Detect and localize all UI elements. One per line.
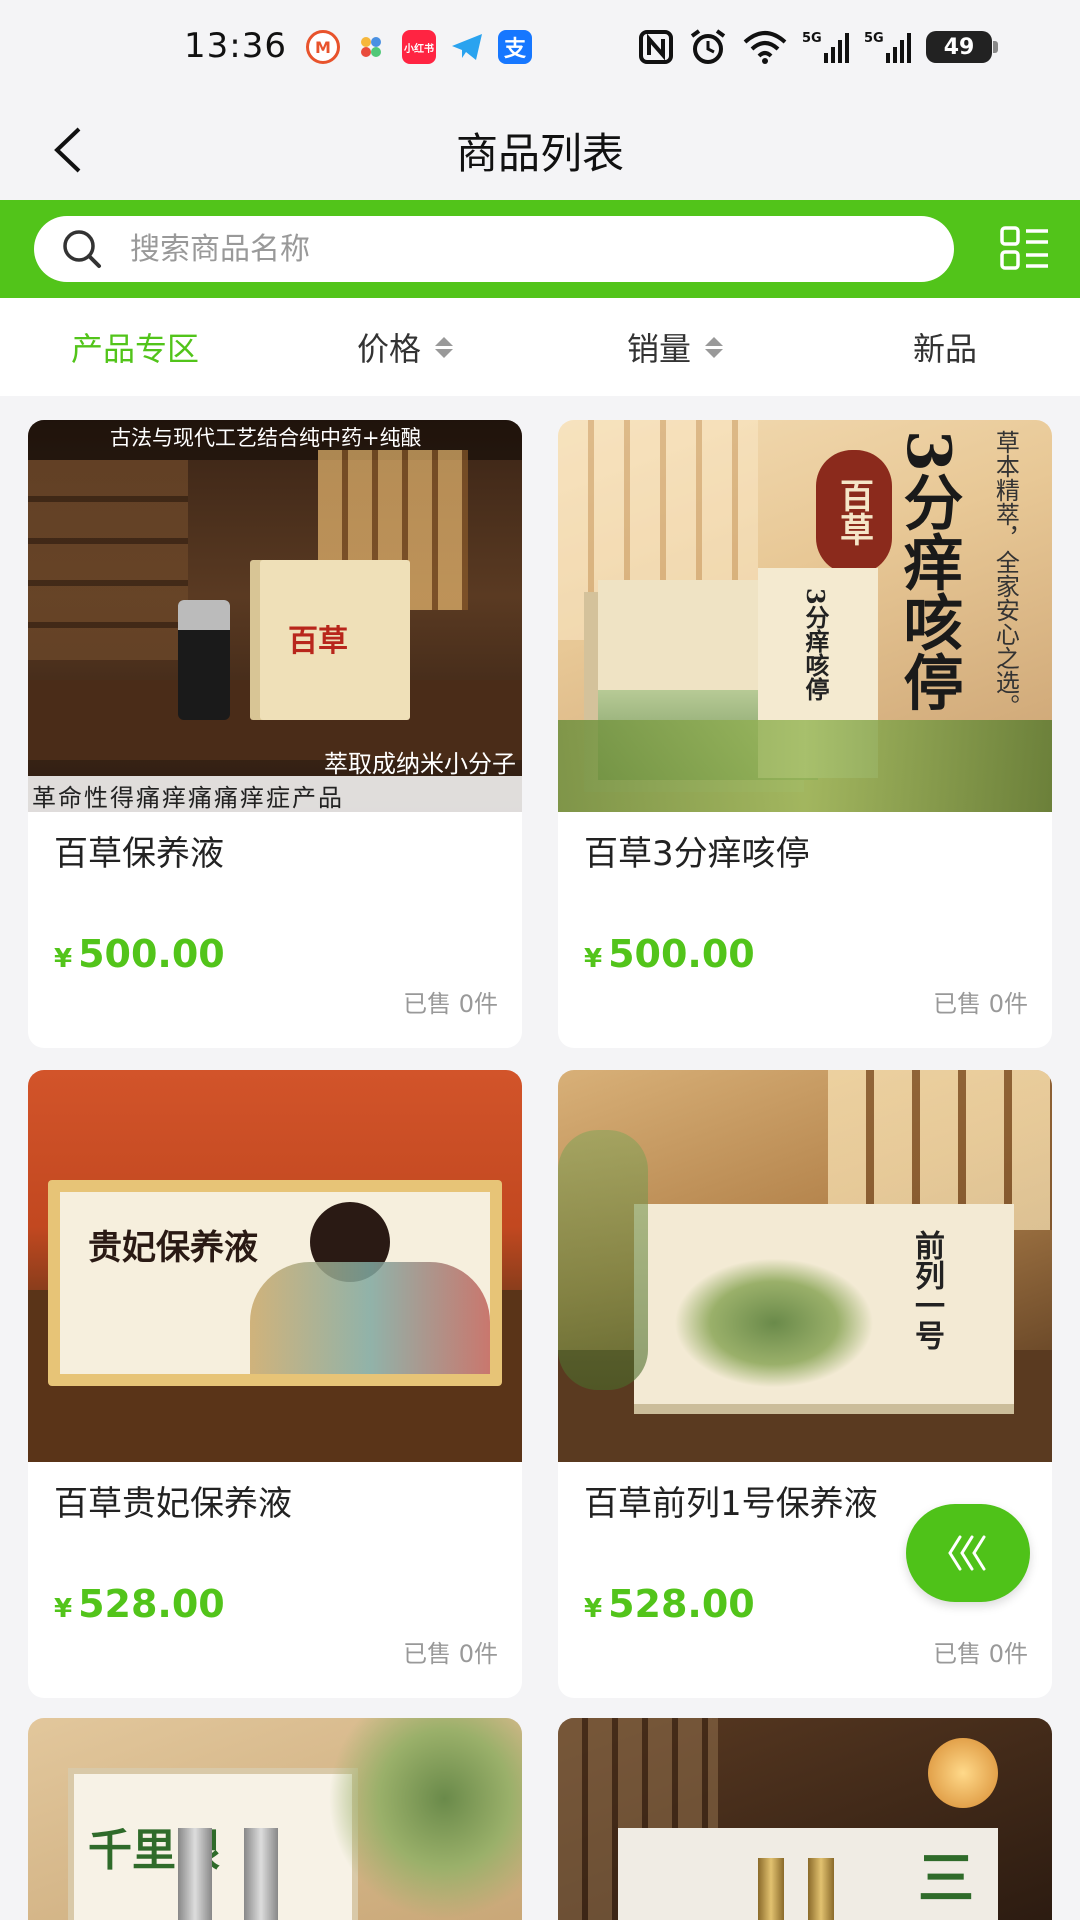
price-value: 500.00 [78, 932, 225, 976]
sold-count: 已售 0件 [403, 1640, 498, 1668]
triple-chevron-left-icon [948, 1535, 986, 1571]
currency-symbol: ¥ [54, 944, 73, 974]
price-value: 500.00 [608, 932, 755, 976]
signal-5g-icon-2: 5G [864, 28, 912, 66]
box-label: 百草 [288, 624, 348, 659]
svg-text:5G: 5G [802, 31, 822, 46]
product-card[interactable]: 三 [558, 1718, 1052, 1920]
metro-icon: M [306, 30, 340, 64]
product-info: 百草贵妃保养液 ¥ 528.00 已售 0件 [28, 1462, 522, 1698]
product-image: 古法与现代工艺结合纯中药+纯酿 百草 萃取成纳米小分子 革命性得痛痒痛痛痒症产品 [28, 420, 522, 812]
tab-label: 新品 [912, 330, 977, 368]
tab-price[interactable]: 价格 [270, 298, 540, 396]
search-icon [60, 227, 104, 271]
product-price: ¥ 500.00 [584, 932, 755, 976]
price-value: 528.00 [608, 1582, 755, 1626]
product-card[interactable]: 前列一号 百草前列1号保养液 ¥ 528.00 已售 0件 [558, 1070, 1052, 1698]
product-info: 百草3分痒咳停 ¥ 500.00 已售 0件 [558, 812, 1052, 1048]
svg-text:5G: 5G [864, 31, 884, 46]
tab-label: 销量 [626, 330, 691, 368]
side-text: 草本精萃，全家安心之选。 [991, 430, 1020, 718]
status-time: 13:36 [184, 26, 287, 66]
title-bar: 商品列表 [0, 98, 1080, 200]
signal-5g-icon: 5G [802, 28, 850, 66]
tab-product-zone[interactable]: 产品专区 [0, 298, 270, 396]
product-image: 贵妃保养液 [28, 1070, 522, 1462]
battery-icon: 49 [926, 31, 998, 63]
notification-icons: M 小红书 支 [306, 30, 532, 64]
system-icons: 5G 5G 49 [638, 28, 998, 66]
alarm-icon [688, 28, 728, 66]
tab-label: 价格 [356, 330, 421, 368]
sort-arrows-icon [705, 336, 723, 358]
image-caption: 古法与现代工艺结合纯中药+纯酿 [110, 426, 422, 450]
floating-menu-button[interactable] [906, 1504, 1030, 1602]
product-info: 百草保养液 ¥ 500.00 已售 0件 [28, 812, 522, 1048]
headline-text: 3分痒咳停 [893, 430, 963, 712]
price-value: 528.00 [78, 1582, 225, 1626]
search-box[interactable] [34, 216, 954, 282]
search-bar [0, 200, 1080, 298]
nfc-icon [638, 28, 674, 66]
status-bar: 13:36 M 小红书 支 5G 5G 49 [0, 0, 1080, 98]
petal-icon [354, 30, 388, 64]
list-layout-icon [1000, 226, 1048, 270]
product-name: 百草3分痒咳停 [584, 834, 810, 874]
product-name: 百草保养液 [54, 834, 224, 874]
sold-count: 已售 0件 [933, 990, 1028, 1018]
box-label: 3分痒咳停 [801, 588, 830, 701]
product-price: ¥ 500.00 [54, 932, 225, 976]
product-image: 百草 3分痒咳停 草本精萃，全家安心之选。 3分痒咳停 [558, 420, 1052, 812]
box-label: 三 [918, 1846, 974, 1912]
telegram-icon [450, 30, 484, 64]
tab-new[interactable]: 新品 [810, 298, 1080, 396]
wifi-icon [742, 28, 788, 66]
sort-tabs: 产品专区 价格 销量 新品 [0, 298, 1080, 396]
product-price: ¥ 528.00 [584, 1582, 755, 1626]
layout-toggle-button[interactable] [1000, 226, 1050, 272]
alipay-icon: 支 [498, 30, 532, 64]
box-label: 前列一号 [909, 1230, 944, 1350]
sort-arrows-icon [435, 336, 453, 358]
seal-text: 百草 [833, 478, 874, 546]
product-card[interactable]: 百草 3分痒咳停 草本精萃，全家安心之选。 3分痒咳停 百草3分痒咳停 ¥ 50… [558, 420, 1052, 1048]
seal-badge: 百草 [816, 450, 892, 574]
currency-symbol: ¥ [584, 1594, 603, 1624]
sold-count: 已售 0件 [933, 1640, 1028, 1668]
product-grid: 古法与现代工艺结合纯中药+纯酿 百草 萃取成纳米小分子 革命性得痛痒痛痛痒症产品… [28, 420, 1052, 1698]
product-card[interactable]: 贵妃保养液 百草贵妃保养液 ¥ 528.00 已售 0件 [28, 1070, 522, 1698]
page-title: 商品列表 [455, 129, 624, 178]
product-image: 前列一号 [558, 1070, 1052, 1462]
product-price: ¥ 528.00 [54, 1582, 225, 1626]
product-name: 百草贵妃保养液 [54, 1484, 292, 1524]
tab-label: 产品专区 [70, 330, 199, 368]
product-card[interactable]: 千里眼 [28, 1718, 522, 1920]
currency-symbol: ¥ [54, 1594, 73, 1624]
currency-symbol: ¥ [584, 944, 603, 974]
sold-count: 已售 0件 [403, 990, 498, 1018]
tab-sales[interactable]: 销量 [540, 298, 810, 396]
product-card[interactable]: 古法与现代工艺结合纯中药+纯酿 百草 萃取成纳米小分子 革命性得痛痒痛痛痒症产品… [28, 420, 522, 1048]
image-caption: 萃取成纳米小分子 [324, 750, 516, 778]
xiaohongshu-icon: 小红书 [402, 30, 436, 64]
image-caption: 革命性得痛痒痛痛痒症产品 [32, 784, 344, 812]
product-grid-partial-row: 千里眼 三 [28, 1718, 1052, 1920]
box-label: 贵妃保养液 [88, 1228, 258, 1268]
search-input[interactable] [130, 231, 890, 267]
